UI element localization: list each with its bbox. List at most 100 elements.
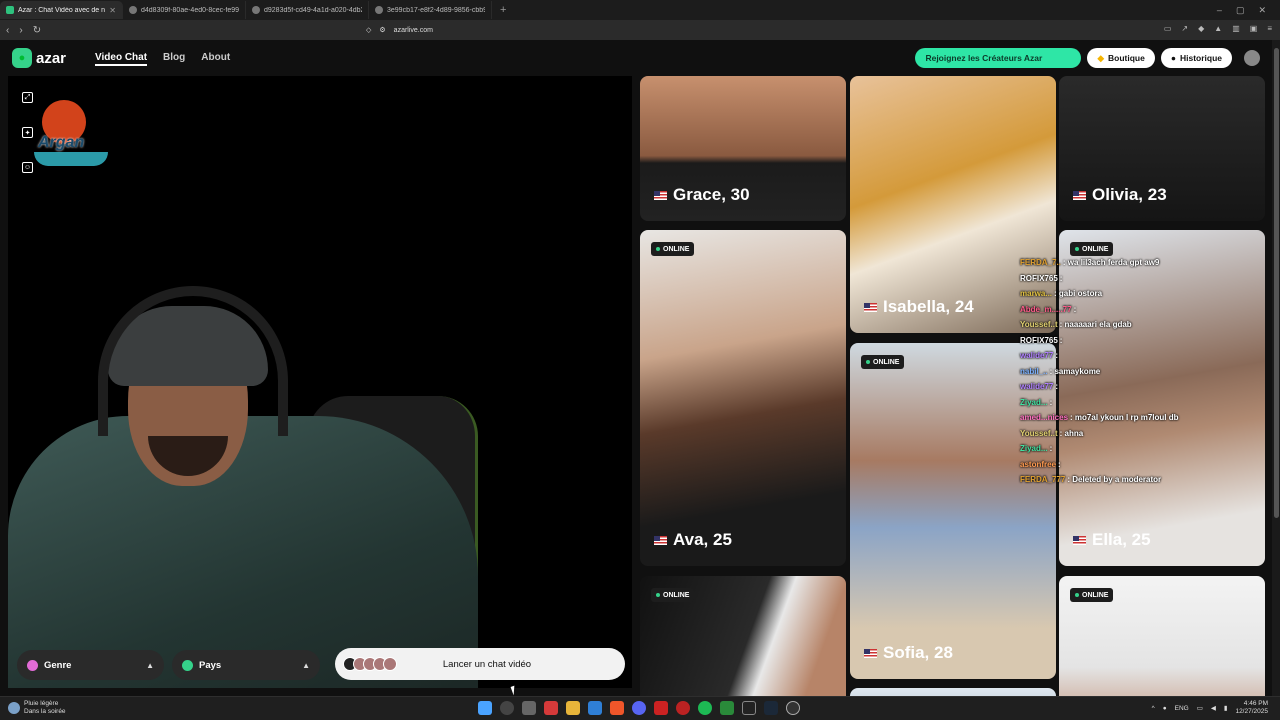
gender-filter[interactable]: Genre ▲	[17, 650, 164, 680]
online-label: ONLINE	[1082, 591, 1109, 599]
new-tab-button[interactable]: +	[492, 4, 514, 16]
azar-logo[interactable]: ● azar	[12, 48, 66, 68]
nav-blog[interactable]: Blog	[163, 52, 185, 66]
us-flag-icon	[1073, 535, 1086, 545]
weather-widget[interactable]: Pluie légère Dans la soirée	[8, 700, 66, 716]
profile-card-ava[interactable]: ONLINE Ava, 25	[640, 230, 846, 566]
profile-card-partial[interactable]: ONLINE	[850, 688, 1056, 696]
chat-message: FERDA_777: Deleted by a moderator	[1020, 472, 1260, 488]
chat-text: : wa lil3ach ferda gpt aw9	[1062, 258, 1160, 267]
steam-icon[interactable]	[764, 701, 778, 715]
online-badge: ONLINE	[861, 355, 905, 369]
discord-icon[interactable]	[632, 701, 646, 715]
close-icon[interactable]: ✕	[109, 6, 116, 15]
shop-label: Boutique	[1108, 53, 1145, 63]
chat-text: :	[1059, 335, 1063, 345]
reload-icon[interactable]: ↻	[33, 25, 41, 36]
chat-text: : mo7al ykoun l rp m7loul db	[1070, 413, 1179, 422]
brave-icon[interactable]	[610, 701, 624, 715]
file-explorer-icon[interactable]	[566, 701, 580, 715]
clock[interactable]: 4:46 PM 12/27/2025	[1235, 700, 1268, 716]
chat-bubble-icon: ●	[12, 48, 32, 68]
windows-start-icon[interactable]	[478, 701, 492, 715]
battery-icon[interactable]: ▮	[1224, 704, 1228, 712]
launch-video-chat-button[interactable]: Lancer un chat vidéo	[335, 648, 625, 680]
country-filter[interactable]: Pays ▲	[172, 650, 320, 680]
sparkle-icon[interactable]: ✦	[22, 127, 33, 138]
volume-icon[interactable]: ◀	[1211, 704, 1216, 712]
chat-message: ROFIX765:	[1020, 271, 1260, 287]
shield-icon[interactable]: ◆	[1198, 24, 1204, 33]
url-text[interactable]: azarlive.com	[394, 27, 433, 34]
browser-tab-4[interactable]: 3e99cb17-e8f2-4d89-9856-cbb91d1	[369, 1, 492, 19]
profile-name-text: Grace, 30	[673, 185, 750, 204]
url-box[interactable]: ◇ ⚙ azarlive.com	[366, 23, 433, 37]
wave-shape	[34, 152, 108, 166]
nav-about[interactable]: About	[201, 52, 230, 66]
history-button[interactable]: ● Historique	[1160, 48, 1232, 68]
menu-icon[interactable]: ≡	[1267, 24, 1272, 33]
profile-name-text: Ella, 25	[1092, 530, 1151, 549]
cloud-rain-icon	[8, 702, 20, 714]
cast-icon[interactable]: ▭	[1164, 24, 1172, 33]
main-nav: Video Chat Blog About	[95, 52, 230, 66]
search-icon[interactable]	[500, 701, 514, 715]
microphone-icon[interactable]: ●	[1163, 705, 1167, 712]
site-info-icon[interactable]: ⚙	[379, 26, 385, 34]
profile-card-grace[interactable]: Grace, 30	[640, 76, 846, 221]
forward-icon[interactable]: ›	[19, 25, 22, 36]
join-creators-button[interactable]: Rejoignez les Créateurs Azar	[915, 48, 1082, 68]
chat-message: Abde_m.....77:	[1020, 302, 1260, 318]
close-window-icon[interactable]: ✕	[1258, 5, 1266, 16]
online-label: ONLINE	[663, 245, 690, 253]
chat-username: astonfree	[1020, 459, 1057, 469]
back-icon[interactable]: ‹	[6, 25, 9, 36]
app-circle-icon[interactable]	[676, 701, 690, 715]
maximize-icon[interactable]: ▢	[1236, 5, 1245, 16]
browser-tab-3[interactable]: d9283d5f-cd49-4a1d-a020-4db20b5	[246, 1, 369, 19]
avatar	[383, 657, 397, 671]
shop-button[interactable]: ◆ Boutique	[1087, 48, 1155, 68]
stream-overlay-logo: Argan	[24, 88, 116, 172]
expand-icon[interactable]: ⤢	[22, 92, 33, 103]
task-view-icon[interactable]	[522, 701, 536, 715]
spotify-icon[interactable]	[698, 701, 712, 715]
browser-tab-2[interactable]: d4d8309f-80ae-4ed0-8cec-fe9942e7	[123, 1, 246, 19]
profile-card-partial[interactable]: ONLINE	[1059, 576, 1265, 696]
azar-page: ● azar Video Chat Blog About Rejoignez l…	[0, 40, 1272, 696]
language-indicator[interactable]: ENG	[1175, 705, 1189, 712]
extension-icon[interactable]: ▲	[1214, 24, 1222, 33]
chevron-up-icon[interactable]: ^	[1152, 705, 1155, 712]
chat-username: walide77	[1020, 382, 1054, 391]
chat-username: marwa...	[1020, 289, 1053, 298]
wallet-icon[interactable]: ▣	[1250, 24, 1258, 33]
profile-card-male[interactable]: ONLINE	[640, 576, 846, 696]
us-flag-icon	[864, 648, 877, 658]
globe-icon	[252, 6, 260, 14]
bookmark-icon[interactable]: ◇	[366, 26, 371, 34]
us-flag-icon	[654, 190, 667, 200]
user-avatar[interactable]	[1244, 50, 1260, 66]
play-icon[interactable]	[720, 701, 734, 715]
chat-username: FERDA_7..	[1020, 258, 1061, 267]
share-icon[interactable]: ↗	[1181, 24, 1188, 33]
scrollbar-thumb[interactable]	[1274, 48, 1279, 518]
capcut-icon[interactable]	[742, 701, 756, 715]
sidebar-icon[interactable]: ▥	[1232, 24, 1240, 33]
network-icon[interactable]: ▭	[1197, 704, 1203, 712]
launch-label: Lancer un chat vidéo	[442, 658, 532, 670]
app-red-icon[interactable]	[544, 701, 558, 715]
online-badge: ONLINE	[1070, 588, 1114, 602]
windows-taskbar: Pluie légère Dans la soirée ^ ● ENG ▭ ◀ …	[0, 696, 1280, 720]
store-icon[interactable]	[588, 701, 602, 715]
chat-username: Abde_m.....77	[1020, 304, 1072, 314]
profile-name-text: Isabella, 24	[883, 297, 974, 316]
minimize-icon[interactable]: –	[1217, 5, 1222, 16]
obs-icon[interactable]	[786, 701, 800, 715]
app-red2-icon[interactable]	[654, 701, 668, 715]
profile-card-olivia[interactable]: Olivia, 23	[1059, 76, 1265, 221]
filter-icon[interactable]: ☺	[22, 162, 33, 173]
browser-tab-azar[interactable]: Azar : Chat Vidéo avec de no ✕	[0, 1, 123, 19]
nav-video-chat[interactable]: Video Chat	[95, 52, 148, 66]
logo-text: azar	[36, 49, 67, 67]
